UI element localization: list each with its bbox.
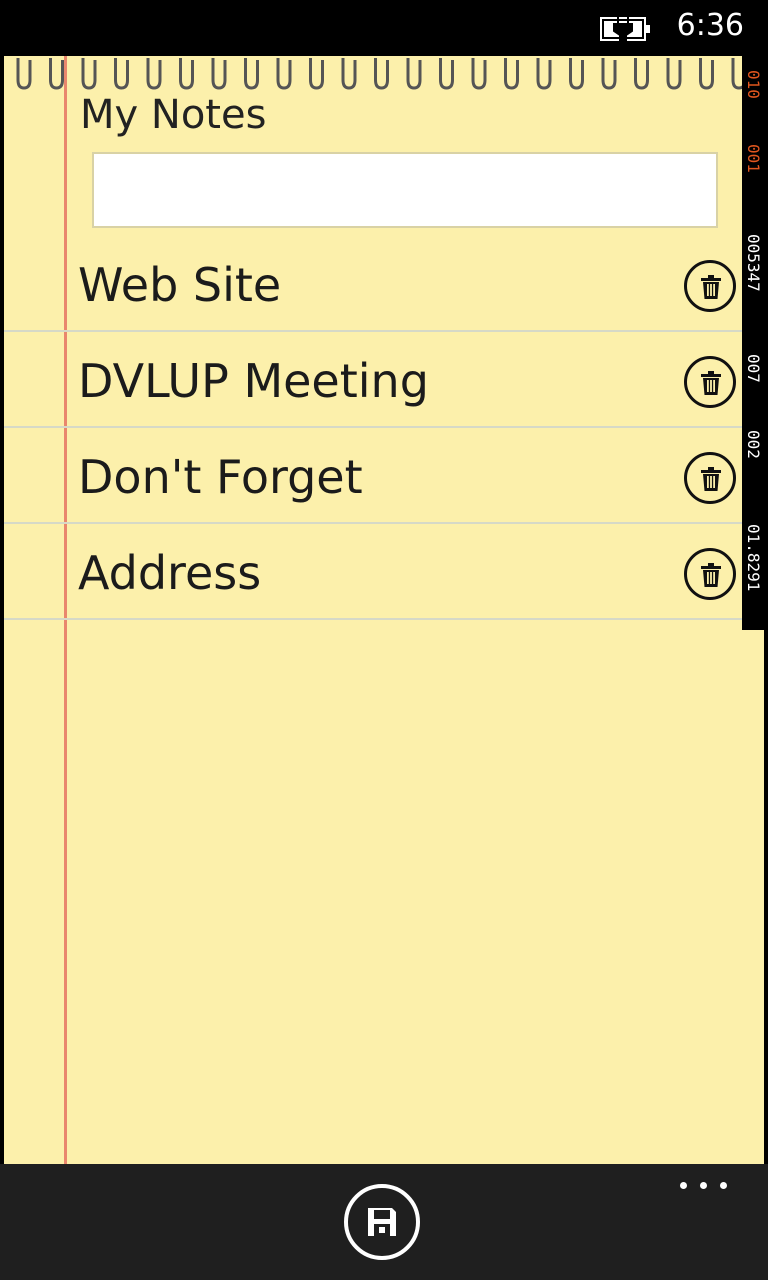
app-bar [0,1164,768,1280]
debug-counter: 010 [744,69,763,99]
debug-counter: 005347 [744,234,763,292]
spiral-ring [49,58,64,90]
list-item[interactable]: Address [4,524,744,620]
spiral-ring [211,58,227,90]
spiral-ring [244,58,259,90]
list-item[interactable]: DVLUP Meeting [4,332,744,428]
save-button[interactable] [344,1184,420,1260]
note-title[interactable]: Address [78,546,261,600]
spiral-binding [16,58,744,90]
spiral-ring [276,58,292,90]
debug-counter: 01.8291 [744,524,763,592]
note-title[interactable]: Web Site [78,258,281,312]
delete-note-button[interactable] [684,452,736,504]
spiral-ring [341,58,357,90]
list-item[interactable]: Don't Forget [4,428,744,524]
save-icon [368,1208,396,1236]
delete-note-button[interactable] [684,548,736,600]
spiral-ring [601,58,617,90]
spiral-ring [406,58,422,90]
debug-counter: 001 [744,143,763,173]
note-title[interactable]: DVLUP Meeting [78,354,429,408]
spiral-ring [146,58,162,90]
debug-counter: 002 [744,429,763,459]
trash-icon [701,275,721,299]
more-icon[interactable] [680,1176,728,1192]
spiral-ring [699,58,714,90]
spiral-ring [471,58,487,90]
trash-icon [701,467,721,491]
debug-counter: 007 [744,353,763,383]
search-input[interactable] [92,152,718,228]
spiral-ring [569,58,584,90]
note-title[interactable]: Don't Forget [78,450,363,504]
debug-counters: 010 001 005347 007 002 01.8291 [742,56,764,630]
notepad-page: My Notes Web Site DVLUP Meeting Don't Fo… [4,56,764,1164]
spiral-ring [634,58,649,90]
notes-list: Web Site DVLUP Meeting Don't Forget Addr… [4,236,744,620]
battery-charging-icon [600,15,650,43]
spiral-ring [666,58,682,90]
spiral-ring [81,58,97,90]
list-item[interactable]: Web Site [4,236,744,332]
spiral-ring [504,58,519,90]
spiral-ring [309,58,324,90]
spiral-ring [16,58,32,90]
spiral-ring [439,58,454,90]
delete-note-button[interactable] [684,260,736,312]
trash-icon [701,371,721,395]
status-bar: 6:36 [0,0,768,56]
trash-icon [701,563,721,587]
spiral-ring [536,58,552,90]
clock: 6:36 [676,8,744,43]
page-title: My Notes [80,92,267,138]
spiral-ring [114,58,129,90]
spiral-ring [374,58,389,90]
delete-note-button[interactable] [684,356,736,408]
spiral-ring [179,58,194,90]
